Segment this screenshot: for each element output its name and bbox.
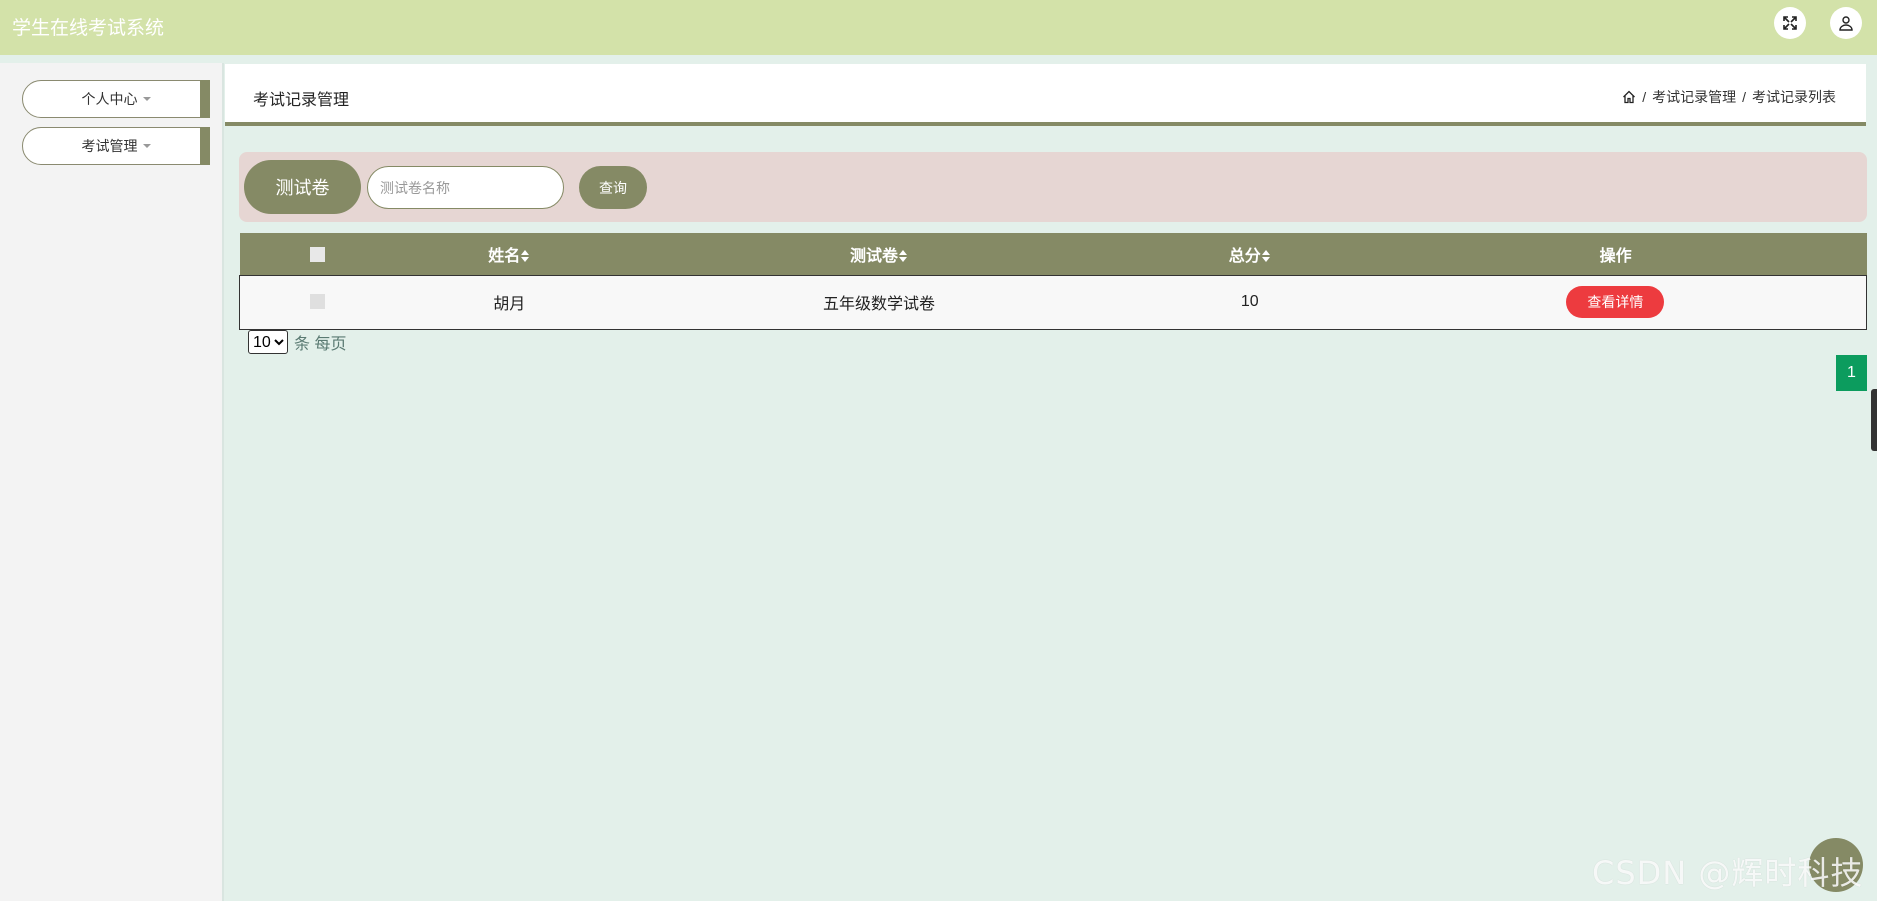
records-table: 姓名 测试卷 总分 操作 胡月 五年级数学试卷 10 查看详情 — [239, 233, 1867, 330]
header-select-all[interactable] — [240, 233, 396, 275]
sort-icon[interactable] — [899, 250, 908, 263]
home-icon[interactable] — [1622, 90, 1636, 104]
fullscreen-button[interactable] — [1774, 7, 1806, 39]
column-header-paper[interactable]: 测试卷 — [623, 233, 1135, 275]
pagination: 10 条 每页 — [248, 330, 346, 354]
table-header-row: 姓名 测试卷 总分 操作 — [239, 233, 1867, 275]
caret-down-icon — [142, 97, 151, 101]
paper-name-search-input[interactable] — [367, 166, 564, 209]
page-size-select[interactable]: 10 — [248, 330, 288, 354]
user-icon — [1839, 16, 1853, 31]
sidebar-item-exam-management[interactable]: 考试管理 — [22, 127, 210, 165]
page-header: 考试记录管理 / 考试记录管理 / 考试记录列表 — [225, 64, 1866, 126]
table-row: 胡月 五年级数学试卷 10 查看详情 — [239, 274, 1867, 330]
cell-score: 10 — [1134, 274, 1365, 330]
column-header-name[interactable]: 姓名 — [395, 233, 623, 275]
row-select-cell[interactable] — [239, 274, 396, 330]
breadcrumb-item-record-management[interactable]: 考试记录管理 — [1652, 87, 1736, 107]
page-number-current[interactable]: 1 — [1836, 355, 1867, 391]
page-title: 考试记录管理 — [253, 92, 350, 109]
view-details-button[interactable]: 查看详情 — [1566, 286, 1665, 318]
per-page-label: 条 每页 — [294, 336, 347, 353]
search-label: 测试卷 — [244, 160, 361, 214]
sidebar-item-accent-bar — [200, 80, 210, 118]
cell-action: 查看详情 — [1364, 274, 1867, 330]
breadcrumb-separator: / — [1642, 89, 1647, 105]
breadcrumb: / 考试记录管理 / 考试记录列表 — [1622, 87, 1836, 107]
breadcrumb-separator: / — [1742, 89, 1746, 105]
watermark: CSDN @辉时科技 — [1592, 854, 1864, 892]
search-button[interactable]: 查询 — [579, 166, 647, 209]
sidebar-item-personal-center[interactable]: 个人中心 — [22, 80, 210, 118]
top-bar: 学生在线考试系统 — [0, 0, 1877, 55]
cell-name: 胡月 — [395, 274, 624, 330]
column-header-action: 操作 — [1599, 245, 1632, 265]
sidebar-item-label: 考试管理 — [81, 138, 138, 154]
sidebar-item-label: 个人中心 — [81, 91, 138, 107]
sidebar: 个人中心 考试管理 — [0, 63, 224, 901]
user-button[interactable] — [1830, 7, 1862, 39]
select-all-checkbox[interactable] — [309, 247, 325, 263]
column-header-score[interactable]: 总分 — [1135, 233, 1365, 275]
caret-down-icon — [142, 144, 151, 148]
search-panel: 测试卷 查询 — [239, 152, 1867, 222]
row-checkbox[interactable] — [310, 294, 326, 310]
cell-paper: 五年级数学试卷 — [623, 274, 1135, 330]
sidebar-item-accent-bar — [200, 127, 210, 165]
fullscreen-icon — [1783, 16, 1797, 30]
breadcrumb-item-record-list: 考试记录列表 — [1752, 89, 1836, 105]
app-title: 学生在线考试系统 — [12, 17, 165, 39]
scrollbar-handle[interactable] — [1871, 389, 1877, 451]
sort-icon[interactable] — [521, 250, 530, 263]
sort-icon[interactable] — [1261, 250, 1271, 263]
